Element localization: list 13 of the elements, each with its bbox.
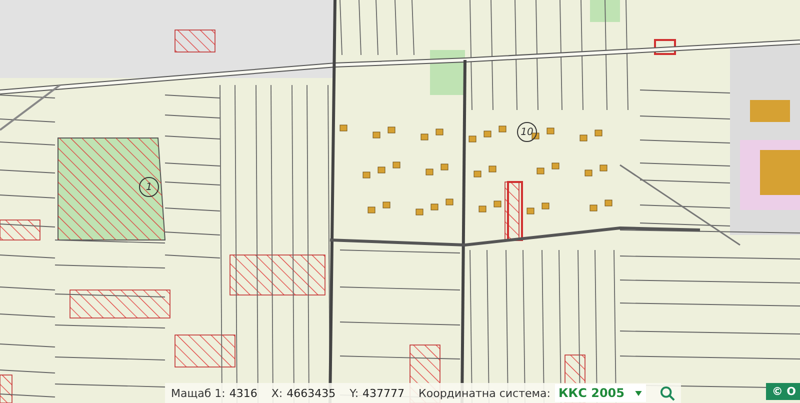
coordinate-system-dropdown[interactable]: ККС 2005 xyxy=(554,384,646,402)
y-coordinate-label: Y: xyxy=(350,386,359,400)
coordinate-system-label: Координатна система: xyxy=(418,386,550,400)
search-icon[interactable] xyxy=(660,386,674,400)
parcel-number-label: 10 xyxy=(517,122,537,142)
y-coordinate-value: 437777 xyxy=(362,386,405,400)
attribution-badge[interactable]: © O xyxy=(766,383,800,400)
scale-label: Мащаб 1: xyxy=(171,386,226,400)
parcel-number-label: 1 xyxy=(139,177,159,197)
x-coordinate-value: 4663435 xyxy=(286,386,336,400)
scale-value: 4316 xyxy=(229,386,258,400)
x-coordinate-label: X: xyxy=(271,386,283,400)
caret-icon xyxy=(634,390,642,396)
